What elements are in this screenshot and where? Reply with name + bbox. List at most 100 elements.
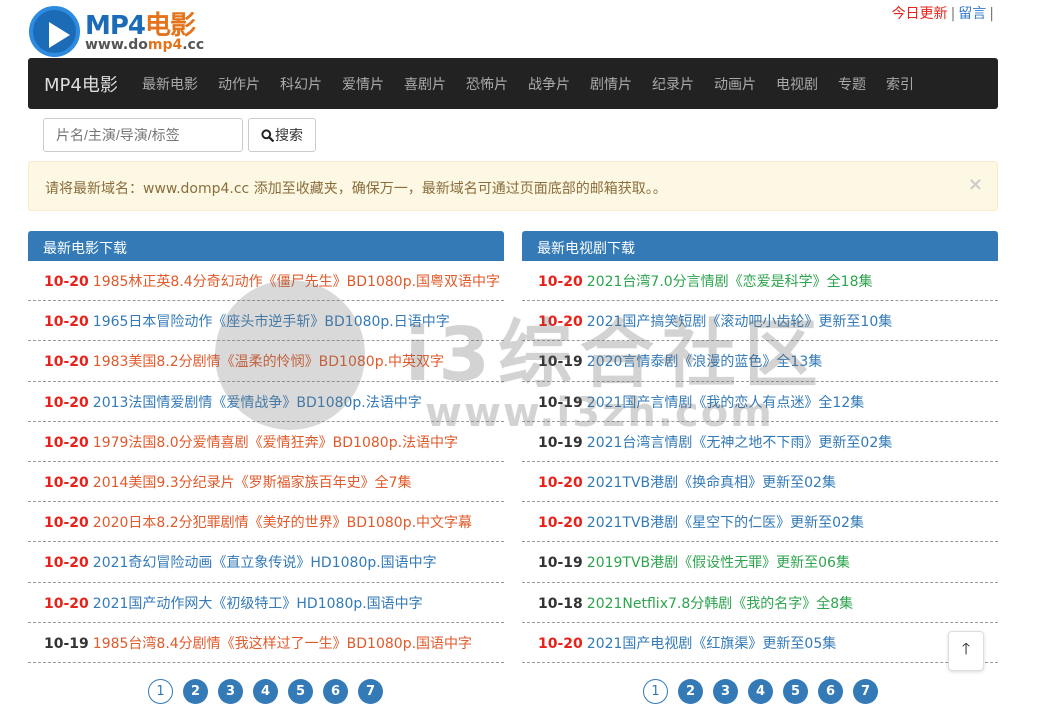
- close-icon[interactable]: ×: [968, 174, 983, 195]
- item-date: 10-20: [538, 635, 583, 652]
- list-item: 10-19 1985台湾8.4分剧情《我这样过了一生》BD1080p.国语中字: [28, 623, 504, 663]
- item-date: 10-20: [44, 394, 89, 411]
- list-item: 10-19 2021台湾言情剧《无神之地不下雨》更新至02集: [522, 422, 998, 462]
- item-title-link[interactable]: 1983美国8.2分剧情《温柔的怜悯》BD1080p.中英双字: [93, 354, 444, 370]
- movies-pagination: 1234567: [148, 679, 383, 704]
- item-date: 10-19: [538, 555, 583, 572]
- item-date: 10-19: [44, 635, 89, 652]
- list-item: 10-20 2021国产动作网大《初级特工》HD1080p.国语中字: [28, 583, 504, 623]
- page-link[interactable]: 2: [678, 679, 703, 704]
- item-title-link[interactable]: 1979法国8.0分爱情喜剧《爱情狂奔》BD1080p.法语中字: [93, 435, 458, 451]
- nav-item[interactable]: 索引: [886, 74, 914, 94]
- list-item: 10-18 2021Netflix7.8分韩剧《我的名字》全8集: [522, 583, 998, 623]
- item-title-link[interactable]: 2020日本8.2分犯罪剧情《美好的世界》BD1080p.中文字幕: [93, 515, 472, 531]
- item-title-link[interactable]: 2014美国9.3分纪录片《罗斯福家族百年史》全7集: [93, 475, 412, 491]
- item-date: 10-20: [44, 434, 89, 451]
- item-date: 10-20: [44, 474, 89, 491]
- list-item: 10-20 2021国产电视剧《红旗渠》更新至05集: [522, 623, 998, 663]
- nav-item[interactable]: 动作片: [218, 74, 260, 94]
- page-link[interactable]: 1: [643, 679, 668, 704]
- alert-text: 请将最新域名：www.domp4.cc 添加至收藏夹，确保万一，最新域名可通过页…: [45, 181, 667, 197]
- item-title-link[interactable]: 2021TVB港剧《换命真相》更新至02集: [587, 475, 836, 491]
- item-title-link[interactable]: 2021Netflix7.8分韩剧《我的名字》全8集: [587, 596, 853, 612]
- main-navbar: MP4电影 最新电影 动作片 科幻片 爱情片 喜剧片 恐怖片 战争片 剧情片 纪录片 动画片 电视剧…: [28, 58, 998, 109]
- latest-tv-panel: 最新电视剧下载 10-20 2021台湾7.0分言情剧《恋爱是科学》全18集 10-…: [522, 231, 998, 663]
- logo-url: www.domp4.cc: [85, 37, 205, 53]
- item-title-link[interactable]: 2019TVB港剧《假设性无罪》更新至06集: [587, 555, 850, 571]
- back-to-top-button[interactable]: 🡑: [948, 631, 984, 671]
- nav-item[interactable]: 电视剧: [776, 74, 818, 94]
- item-title-link[interactable]: 2020言情泰剧《浪漫的蓝色》全13集: [587, 354, 822, 370]
- item-date: 10-19: [538, 434, 583, 451]
- list-item: 10-20 2021台湾7.0分言情剧《恋爱是科学》全18集: [522, 261, 998, 302]
- item-date: 10-19: [538, 394, 583, 411]
- list-item: 10-20 1985林正英8.4分奇幻动作《僵尸先生》BD1080p.国粤双语中字: [28, 261, 504, 302]
- site-logo[interactable]: MP4电影 www.domp4.cc: [29, 5, 219, 57]
- item-date: 10-19: [538, 354, 583, 371]
- nav-item[interactable]: 专题: [838, 74, 866, 94]
- page-link[interactable]: 5: [288, 679, 313, 704]
- page-link[interactable]: 7: [358, 679, 383, 704]
- tv-pagination: 1234567: [643, 679, 878, 704]
- item-title-link[interactable]: 2021国产言情剧《我的恋人有点迷》全12集: [587, 395, 864, 411]
- search-button-label: 搜索: [275, 128, 303, 144]
- item-date: 10-20: [538, 274, 583, 290]
- page-link[interactable]: 6: [323, 679, 348, 704]
- item-title-link[interactable]: 2021奇幻冒险动画《直立象传说》HD1080p.国语中字: [93, 555, 437, 571]
- item-date: 10-20: [538, 474, 583, 491]
- page-link[interactable]: 6: [818, 679, 843, 704]
- header: MP4电影 www.domp4.cc 今日更新 | 留言 |: [0, 0, 1045, 58]
- item-date: 10-20: [538, 314, 583, 331]
- page-link[interactable]: 4: [253, 679, 278, 704]
- nav-item[interactable]: 喜剧片: [404, 74, 446, 94]
- item-title-link[interactable]: 2021国产搞笑短剧《滚动吧小齿轮》更新至10集: [587, 314, 892, 330]
- list-item: 10-20 2013法国情爱剧情《爱情战争》BD1080p.法语中字: [28, 382, 504, 422]
- nav-item[interactable]: 剧情片: [590, 74, 632, 94]
- nav-item[interactable]: 恐怖片: [466, 74, 508, 94]
- page-link[interactable]: 3: [713, 679, 738, 704]
- item-date: 10-20: [44, 595, 89, 612]
- nav-item[interactable]: 最新电影: [142, 74, 198, 94]
- item-title-link[interactable]: 2013法国情爱剧情《爱情战争》BD1080p.法语中字: [93, 395, 422, 411]
- item-date: 10-18: [538, 595, 583, 612]
- item-date: 10-20: [44, 314, 89, 331]
- list-item: 10-20 1965日本冒险动作《座头市逆手斩》BD1080p.日语中字: [28, 301, 504, 342]
- item-date: 10-20: [44, 274, 89, 290]
- item-title-link[interactable]: 2021国产电视剧《红旗渠》更新至05集: [587, 636, 836, 652]
- page-link[interactable]: 3: [218, 679, 243, 704]
- top-links: 今日更新 | 留言 |: [891, 6, 994, 22]
- item-title-link[interactable]: 2021国产动作网大《初级特工》HD1080p.国语中字: [93, 596, 423, 612]
- today-update-link[interactable]: 今日更新: [892, 6, 948, 22]
- navbar-brand[interactable]: MP4电影: [44, 71, 118, 97]
- list-item: 10-19 2020言情泰剧《浪漫的蓝色》全13集: [522, 341, 998, 382]
- item-title-link[interactable]: 1985台湾8.4分剧情《我这样过了一生》BD1080p.国语中字: [93, 636, 472, 652]
- page-link[interactable]: 7: [853, 679, 878, 704]
- item-date: 10-20: [538, 515, 583, 532]
- nav-item[interactable]: 纪录片: [652, 74, 694, 94]
- item-title-link[interactable]: 1965日本冒险动作《座头市逆手斩》BD1080p.日语中字: [93, 314, 450, 330]
- nav-item[interactable]: 科幻片: [280, 74, 322, 94]
- domain-alert: 请将最新域名：www.domp4.cc 添加至收藏夹，确保万一，最新域名可通过页…: [28, 161, 998, 211]
- nav-item[interactable]: 战争片: [528, 74, 570, 94]
- nav-item[interactable]: 爱情片: [342, 74, 384, 94]
- item-date: 10-20: [44, 354, 89, 371]
- search-input[interactable]: [43, 118, 243, 152]
- item-date: 10-20: [44, 515, 89, 532]
- message-link[interactable]: 留言: [958, 6, 986, 22]
- page-link[interactable]: 1: [148, 679, 173, 704]
- item-title-link[interactable]: 2021台湾7.0分言情剧《恋爱是科学》全18集: [587, 274, 873, 290]
- panel-title: 最新电影下载: [28, 231, 504, 261]
- page-link[interactable]: 4: [748, 679, 773, 704]
- panel-title: 最新电视剧下载: [522, 231, 998, 261]
- search-icon: [261, 128, 274, 142]
- nav-menu: 最新电影 动作片 科幻片 爱情片 喜剧片 恐怖片 战争片 剧情片 纪录片 动画片 电视剧 专题 索引: [142, 74, 934, 94]
- search-button[interactable]: 搜索: [248, 118, 316, 152]
- page-link[interactable]: 5: [783, 679, 808, 704]
- list-item: 10-20 1983美国8.2分剧情《温柔的怜悯》BD1080p.中英双字: [28, 341, 504, 382]
- item-title-link[interactable]: 2021台湾言情剧《无神之地不下雨》更新至02集: [587, 435, 892, 451]
- play-logo-icon: [29, 6, 80, 57]
- nav-item[interactable]: 动画片: [714, 74, 756, 94]
- page-link[interactable]: 2: [183, 679, 208, 704]
- item-title-link[interactable]: 2021TVB港剧《星空下的仁医》更新至02集: [587, 515, 864, 531]
- item-title-link[interactable]: 1985林正英8.4分奇幻动作《僵尸先生》BD1080p.国粤双语中字: [93, 274, 500, 290]
